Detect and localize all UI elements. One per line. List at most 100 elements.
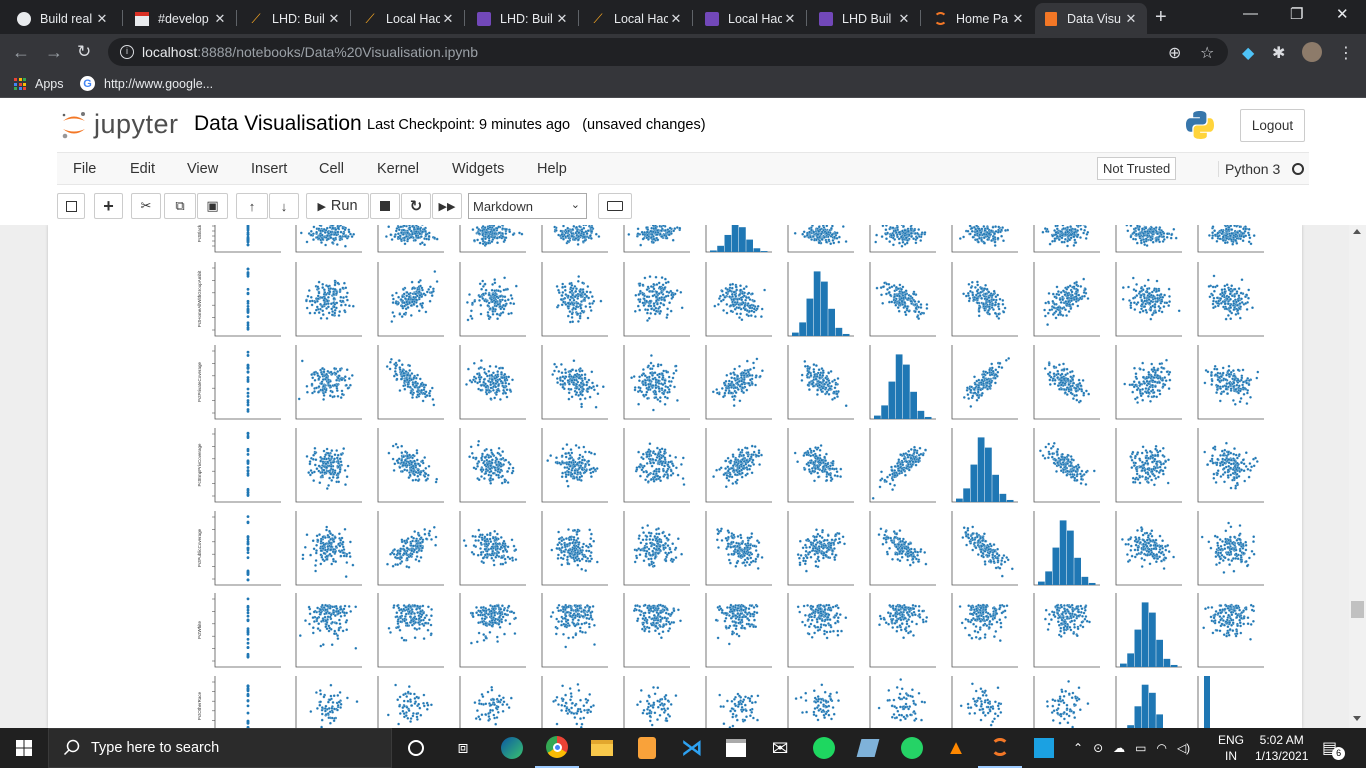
menu-help[interactable]: Help — [537, 161, 567, 177]
close-tab-icon[interactable]: ✕ — [326, 11, 342, 27]
close-tab-icon[interactable]: ✕ — [1123, 11, 1139, 27]
menu-cell[interactable]: Cell — [319, 161, 344, 177]
new-tab-icon[interactable]: + — [1155, 6, 1167, 29]
chrome-menu-icon[interactable]: ⋮ — [1338, 43, 1354, 63]
browser-tab[interactable]: #develop ✕ — [126, 3, 236, 34]
scatter-point — [1052, 365, 1056, 369]
scatter-point — [399, 225, 403, 229]
logout-button[interactable]: Logout — [1240, 109, 1305, 142]
close-tab-icon[interactable]: ✕ — [896, 11, 912, 27]
close-tab-icon[interactable]: ✕ — [94, 11, 110, 27]
browser-tab[interactable]: Home Pa ✕ — [924, 3, 1034, 34]
scatter-point — [343, 228, 347, 232]
restart-run-all-button[interactable]: ▶▶ — [432, 193, 462, 219]
mlh-icon: ⟋ — [365, 10, 375, 26]
unsaved-status: (unsaved changes) — [582, 117, 706, 133]
scatter-point — [338, 368, 342, 372]
scatter-point — [580, 405, 583, 409]
menu-file[interactable]: File — [73, 161, 96, 177]
scatter-point — [904, 289, 908, 293]
browser-tab[interactable]: ⟋ LHD: Buil ✕ — [240, 3, 350, 34]
jupyter-logo[interactable]: jupyter — [60, 109, 179, 140]
close-tab-icon[interactable]: ✕ — [782, 11, 798, 27]
scatter-point — [408, 225, 411, 227]
interrupt-button[interactable] — [370, 193, 400, 219]
scatter-point — [300, 359, 304, 363]
paste-button[interactable]: ▣ — [197, 193, 228, 219]
scatter-point — [481, 279, 485, 283]
scatter-point — [498, 285, 502, 288]
scatter-point — [637, 385, 641, 389]
browser-tab[interactable]: ⟋ Local Hac ✕ — [354, 3, 464, 34]
address-bar[interactable]: i localhost:8888/notebooks/Data%20Visual… — [108, 38, 1228, 66]
scatter-point — [1079, 285, 1083, 288]
close-tab-icon[interactable]: ✕ — [212, 11, 228, 27]
browser-tab[interactable]: Data Visu ✕ — [1035, 3, 1147, 34]
browser-tab[interactable]: Build real ✕ — [8, 3, 118, 34]
scatter-point — [411, 225, 414, 228]
scatter-point — [663, 402, 667, 406]
scatter-point — [590, 236, 593, 240]
profile-avatar[interactable] — [1302, 42, 1322, 62]
close-tab-icon[interactable]: ✕ — [554, 11, 570, 27]
bookmark-google[interactable]: G http://www.google... — [80, 76, 213, 91]
browser-tab[interactable]: LHD Buil ✕ — [810, 3, 920, 34]
scatter-point — [324, 292, 328, 296]
menu-view[interactable]: View — [187, 161, 218, 177]
reload-icon[interactable]: ↻ — [77, 42, 91, 62]
menu-widgets[interactable]: Widgets — [452, 161, 504, 177]
scatter-point — [419, 382, 423, 386]
scatter-point — [487, 234, 491, 238]
zoom-icon[interactable]: ⊕ — [1168, 43, 1181, 63]
move-down-button[interactable]: ↓ — [269, 193, 299, 219]
scatter-point — [734, 391, 738, 395]
scatter-point — [634, 293, 638, 297]
close-tab-icon[interactable]: ✕ — [1010, 11, 1026, 27]
forward-icon[interactable]: → — [45, 42, 63, 63]
scatter-point — [566, 226, 570, 230]
browser-tab[interactable]: Local Hac ✕ — [696, 3, 806, 34]
browser-tab[interactable]: ⟋ Local Hac ✕ — [582, 3, 692, 34]
scatter-point — [980, 296, 983, 300]
menu-kernel[interactable]: Kernel — [377, 161, 419, 177]
extensions-puzzle-icon[interactable]: ✱ — [1272, 43, 1285, 63]
save-button[interactable] — [57, 193, 85, 219]
scatter-point — [385, 365, 389, 368]
bookmark-apps[interactable]: Apps — [14, 77, 64, 91]
scatter-point — [563, 288, 567, 292]
scatter-point — [808, 381, 811, 385]
notebook-container[interactable]: PctBlack PctHomeAllWithGroupAmbit PctPriva… — [0, 225, 1366, 728]
scatter-point — [990, 306, 994, 309]
notebook-title[interactable]: Data Visualisation — [194, 112, 362, 136]
scatter-point — [898, 283, 902, 287]
close-window-icon[interactable]: ✕ — [1336, 5, 1349, 23]
move-up-button[interactable]: ↑ — [236, 193, 268, 219]
copy-button[interactable]: ⧉ — [164, 193, 196, 219]
insert-cell-button[interactable]: + — [94, 193, 123, 219]
not-trusted-badge[interactable]: Not Trusted — [1097, 157, 1177, 180]
back-icon[interactable]: ← — [12, 42, 30, 63]
site-info-icon[interactable]: i — [120, 45, 134, 59]
browser-tab[interactable]: LHD: Buil ✕ — [468, 3, 578, 34]
bookmark-google-label: http://www.google... — [104, 76, 214, 91]
cell-type-select[interactable]: Markdown ⌄ — [468, 193, 587, 219]
extension-icon[interactable]: ◆ — [1242, 43, 1254, 63]
restart-button[interactable]: ↻ — [401, 193, 431, 219]
scatter-point — [978, 294, 982, 297]
run-button[interactable]: ▶ Run — [306, 193, 369, 219]
close-tab-icon[interactable]: ✕ — [440, 11, 456, 27]
bookmark-star-icon[interactable]: ☆ — [1200, 43, 1214, 63]
close-tab-icon[interactable]: ✕ — [668, 11, 684, 27]
menu-insert[interactable]: Insert — [251, 161, 287, 177]
minimize-icon[interactable]: — — [1243, 5, 1258, 22]
scatter-point — [397, 295, 401, 299]
scatter-point — [985, 378, 989, 381]
scatter-point — [573, 373, 577, 377]
scatter-point — [562, 225, 565, 228]
command-palette-button[interactable] — [598, 193, 632, 219]
scatter-point — [666, 396, 669, 400]
cut-button[interactable]: ✂ — [131, 193, 161, 219]
scatter-point — [1056, 369, 1060, 373]
menu-edit[interactable]: Edit — [130, 161, 155, 177]
maximize-icon[interactable]: ❐ — [1290, 5, 1303, 23]
